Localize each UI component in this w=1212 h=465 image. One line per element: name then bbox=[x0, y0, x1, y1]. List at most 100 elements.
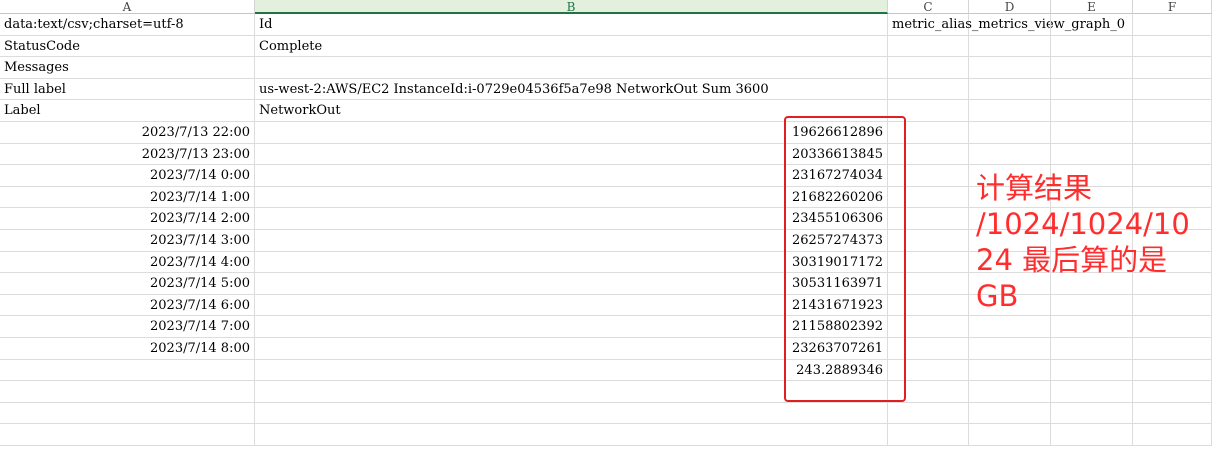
cell-b[interactable]: 30531163971 bbox=[255, 273, 888, 295]
cell-d[interactable] bbox=[969, 337, 1051, 360]
cell-d[interactable] bbox=[969, 35, 1051, 58]
cell-a[interactable]: 2023/7/14 0:00 bbox=[0, 165, 255, 187]
cell-b[interactable]: 23167274034 bbox=[255, 165, 888, 187]
cell-f[interactable] bbox=[1133, 78, 1212, 101]
cell-a[interactable]: 2023/7/14 8:00 bbox=[0, 337, 255, 360]
cell-b[interactable]: 243.2889346 bbox=[255, 359, 888, 382]
cell-b[interactable]: 21431671923 bbox=[255, 294, 888, 317]
cell-d[interactable] bbox=[969, 424, 1051, 446]
cell-d[interactable] bbox=[969, 14, 1051, 36]
cell-c[interactable] bbox=[888, 121, 969, 144]
cell-b[interactable]: 23455106306 bbox=[255, 208, 888, 230]
cell-e[interactable] bbox=[1051, 100, 1133, 122]
cell-f[interactable] bbox=[1133, 35, 1212, 58]
cell-f[interactable] bbox=[1133, 316, 1212, 338]
column-header-a[interactable]: A bbox=[0, 0, 255, 14]
cell-e[interactable] bbox=[1051, 78, 1133, 101]
cell-c[interactable] bbox=[888, 337, 969, 360]
cell-e[interactable] bbox=[1051, 424, 1133, 446]
cell-e[interactable] bbox=[1051, 381, 1133, 403]
cell-d[interactable] bbox=[969, 381, 1051, 403]
cell-b[interactable]: 23263707261 bbox=[255, 337, 888, 360]
cell-c[interactable] bbox=[888, 78, 969, 101]
cell-e[interactable] bbox=[1051, 316, 1133, 338]
column-header-c[interactable]: C bbox=[888, 0, 969, 14]
cell-a[interactable]: 2023/7/14 2:00 bbox=[0, 208, 255, 230]
cell-b[interactable]: 26257274373 bbox=[255, 229, 888, 252]
cell-f[interactable] bbox=[1133, 402, 1212, 425]
cell-a[interactable] bbox=[0, 402, 255, 425]
cell-d[interactable] bbox=[969, 143, 1051, 166]
cell-f[interactable] bbox=[1133, 14, 1212, 36]
cell-a[interactable]: 2023/7/14 7:00 bbox=[0, 316, 255, 338]
cell-b[interactable]: 21158802392 bbox=[255, 316, 888, 338]
cell-b[interactable]: 20336613845 bbox=[255, 143, 888, 166]
cell-b[interactable] bbox=[255, 402, 888, 425]
cell-e[interactable] bbox=[1051, 57, 1133, 79]
cell-a[interactable]: 2023/7/14 3:00 bbox=[0, 229, 255, 252]
cell-a[interactable]: Messages bbox=[0, 57, 255, 79]
cell-c[interactable] bbox=[888, 402, 969, 425]
cell-c[interactable] bbox=[888, 251, 969, 274]
cell-b[interactable] bbox=[255, 57, 888, 79]
cell-d[interactable] bbox=[969, 359, 1051, 382]
cell-c[interactable] bbox=[888, 424, 969, 446]
cell-c[interactable] bbox=[888, 186, 969, 209]
cell-a[interactable]: 2023/7/14 5:00 bbox=[0, 273, 255, 295]
cell-a[interactable] bbox=[0, 359, 255, 382]
cell-b[interactable]: 19626612896 bbox=[255, 121, 888, 144]
column-header-d[interactable]: D bbox=[969, 0, 1051, 14]
cell-e[interactable] bbox=[1051, 337, 1133, 360]
cell-f[interactable] bbox=[1133, 121, 1212, 144]
cell-a[interactable]: data:text/csv;charset=utf-8 bbox=[0, 14, 255, 36]
cell-c[interactable] bbox=[888, 208, 969, 230]
cell-b[interactable] bbox=[255, 424, 888, 446]
cell-c[interactable] bbox=[888, 35, 969, 58]
cell-a[interactable] bbox=[0, 381, 255, 403]
cell-b[interactable]: 21682260206 bbox=[255, 186, 888, 209]
cell-e[interactable] bbox=[1051, 35, 1133, 58]
cell-b[interactable]: us-west-2:AWS/EC2 InstanceId:i-0729e0453… bbox=[255, 78, 888, 101]
cell-c[interactable] bbox=[888, 100, 969, 122]
cell-b[interactable]: Complete bbox=[255, 35, 888, 58]
cell-c[interactable]: metric_alias_metrics_view_graph_0 bbox=[888, 14, 1125, 36]
cell-b[interactable]: 30319017172 bbox=[255, 251, 888, 274]
cell-d[interactable] bbox=[969, 78, 1051, 101]
cell-a[interactable]: 2023/7/14 4:00 bbox=[0, 251, 255, 274]
cell-e[interactable] bbox=[1051, 402, 1133, 425]
cell-f[interactable] bbox=[1133, 359, 1212, 382]
cell-c[interactable] bbox=[888, 57, 969, 79]
cell-f[interactable] bbox=[1133, 424, 1212, 446]
cell-a[interactable]: 2023/7/13 22:00 bbox=[0, 121, 255, 144]
column-header-b[interactable]: B bbox=[255, 0, 888, 14]
cell-e[interactable] bbox=[1051, 359, 1133, 382]
cell-f[interactable] bbox=[1133, 100, 1212, 122]
cell-d[interactable] bbox=[969, 402, 1051, 425]
cell-a[interactable]: 2023/7/14 6:00 bbox=[0, 294, 255, 317]
cell-a[interactable]: StatusCode bbox=[0, 35, 255, 58]
cell-f[interactable] bbox=[1133, 337, 1212, 360]
cell-e[interactable] bbox=[1051, 143, 1133, 166]
column-header-e[interactable]: E bbox=[1051, 0, 1133, 14]
cell-a[interactable]: 2023/7/13 23:00 bbox=[0, 143, 255, 166]
cell-a[interactable]: 2023/7/14 1:00 bbox=[0, 186, 255, 209]
cell-b[interactable] bbox=[255, 381, 888, 403]
cell-d[interactable] bbox=[969, 316, 1051, 338]
column-header-f[interactable]: F bbox=[1133, 0, 1212, 14]
cell-e[interactable] bbox=[1051, 121, 1133, 144]
cell-a[interactable] bbox=[0, 424, 255, 446]
cell-c[interactable] bbox=[888, 165, 969, 187]
cell-a[interactable]: Label bbox=[0, 100, 255, 122]
cell-c[interactable] bbox=[888, 316, 969, 338]
cell-c[interactable] bbox=[888, 294, 969, 317]
cell-e[interactable] bbox=[1051, 14, 1133, 36]
cell-b[interactable]: NetworkOut bbox=[255, 100, 888, 122]
cell-f[interactable] bbox=[1133, 143, 1212, 166]
cell-d[interactable] bbox=[969, 121, 1051, 144]
cell-d[interactable] bbox=[969, 57, 1051, 79]
cell-f[interactable] bbox=[1133, 381, 1212, 403]
cell-f[interactable] bbox=[1133, 57, 1212, 79]
cell-b[interactable]: Id bbox=[255, 14, 888, 36]
cell-a[interactable]: Full label bbox=[0, 78, 255, 101]
cell-c[interactable] bbox=[888, 381, 969, 403]
